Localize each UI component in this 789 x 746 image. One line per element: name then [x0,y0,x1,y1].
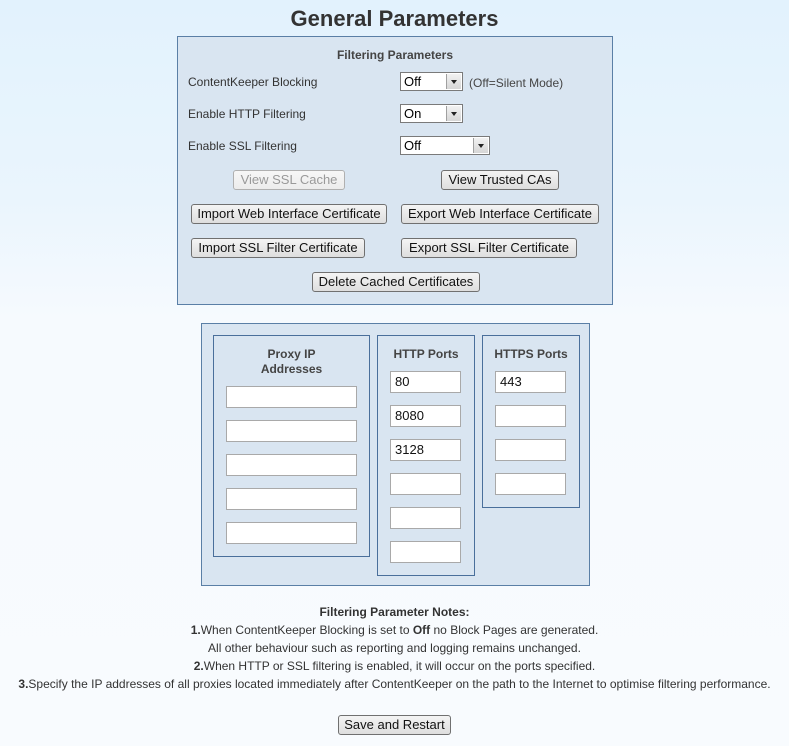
selected-value: Off [404,74,422,89]
note-text: Specify the IP addresses of all proxies … [28,677,771,691]
page-title: General Parameters [290,6,499,31]
note-emphasis: Off [412,623,431,637]
proxy-ip-input[interactable] [226,420,357,442]
note-number: 1. [190,623,201,637]
http-ports-heading: HTTP Ports [393,347,459,361]
proxy-ip-input[interactable] [226,488,357,510]
ports-panel: Proxy IP Addresses HTTP Ports 80 8080 31… [201,323,590,586]
note-text: no Block Pages are generated. [430,623,599,637]
proxy-ip-heading-line2: Addresses [260,362,323,376]
filtering-parameters-panel: Filtering Parameters ContentKeeper Block… [177,36,613,305]
contentkeeper-blocking-label: ContentKeeper Blocking [188,75,318,89]
notes-heading: Filtering Parameter Notes: [319,605,470,619]
http-ports-group: HTTP Ports 80 8080 3128 [377,335,475,576]
view-trusted-cas-button[interactable]: View Trusted CAs [441,170,559,190]
note-text: When ContentKeeper Blocking is set to [200,623,413,637]
chevron-down-icon[interactable] [446,106,461,121]
enable-ssl-filtering-label: Enable SSL Filtering [188,139,297,153]
delete-cached-certificates-button[interactable]: Delete Cached Certificates [312,272,480,292]
note-1-continued: All other behaviour such as reporting an… [208,641,581,655]
proxy-ip-input[interactable] [226,522,357,544]
filtering-parameters-heading: Filtering Parameters [336,48,454,62]
selected-value: Off [404,138,422,153]
https-port-input[interactable]: 443 [495,371,566,393]
proxy-ip-input[interactable] [226,454,357,476]
http-port-input[interactable] [390,541,461,563]
enable-http-filtering-label: Enable HTTP Filtering [188,107,306,121]
view-ssl-cache-button[interactable]: View SSL Cache [233,170,345,190]
silent-mode-hint: (Off=Silent Mode) [469,76,564,90]
note-3: 3.Specify the IP addresses of all proxie… [0,675,789,693]
https-port-input[interactable] [495,405,566,427]
note-number: 2. [193,659,204,673]
note-1: 1.When ContentKeeper Blocking is set to … [0,621,789,639]
import-web-interface-certificate-button[interactable]: Import Web Interface Certificate [191,204,387,224]
contentkeeper-blocking-select[interactable]: Off [400,72,463,91]
filtering-parameter-notes: Filtering Parameter Notes: 1.When Conten… [0,603,789,693]
enable-ssl-filtering-select[interactable]: Off [400,136,490,155]
save-and-restart-button[interactable]: Save and Restart [338,715,451,735]
proxy-ip-heading-line1: Proxy IP [267,347,316,361]
note-text: When HTTP or SSL filtering is enabled, i… [203,659,596,673]
chevron-down-icon[interactable] [473,138,488,153]
http-port-input[interactable] [390,473,461,495]
note-number: 3. [18,677,29,691]
export-ssl-filter-certificate-button[interactable]: Export SSL Filter Certificate [401,238,577,258]
proxy-ip-input[interactable] [226,386,357,408]
enable-http-filtering-select[interactable]: On [400,104,463,123]
https-port-input[interactable] [495,473,566,495]
https-port-input[interactable] [495,439,566,461]
chevron-down-icon[interactable] [446,74,461,89]
proxy-ip-addresses-group: Proxy IP Addresses [213,335,370,557]
http-port-input[interactable] [390,507,461,529]
export-web-interface-certificate-button[interactable]: Export Web Interface Certificate [401,204,599,224]
https-ports-group: HTTPS Ports 443 [482,335,580,508]
import-ssl-filter-certificate-button[interactable]: Import SSL Filter Certificate [191,238,365,258]
selected-value: On [404,106,422,121]
http-port-input[interactable]: 8080 [390,405,461,427]
http-port-input[interactable]: 80 [390,371,461,393]
note-2: 2.When HTTP or SSL filtering is enabled,… [0,657,789,675]
http-port-input[interactable]: 3128 [390,439,461,461]
https-ports-heading: HTTPS Ports [494,347,568,361]
